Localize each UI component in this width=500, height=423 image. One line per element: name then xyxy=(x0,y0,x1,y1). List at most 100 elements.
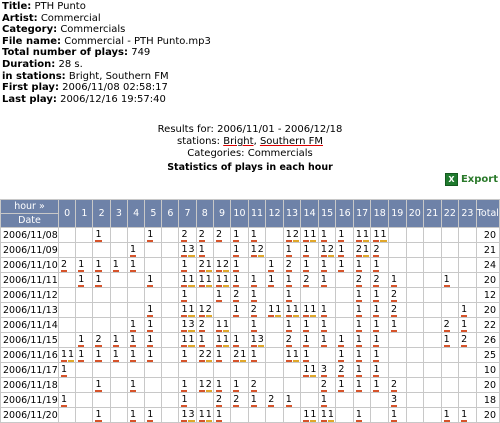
hour-cell xyxy=(92,392,111,408)
play-count: 2 xyxy=(181,229,188,242)
hour-cell: 1 xyxy=(178,347,197,363)
hour-cell xyxy=(92,242,111,258)
hour-header-label: hour » xyxy=(0,199,59,214)
play-count: 1 xyxy=(129,259,137,272)
play-count: 1 xyxy=(373,334,380,347)
hour-cell xyxy=(458,287,477,303)
hour-cell: 11 xyxy=(352,227,372,243)
play-count: 1 xyxy=(390,319,398,332)
play-count: 1 xyxy=(147,304,154,317)
play-count: 1 xyxy=(310,304,317,317)
row-total: 25 xyxy=(475,347,500,363)
play-count: 1 xyxy=(181,319,188,332)
play-count: 1 xyxy=(215,289,222,302)
hour-cell xyxy=(109,287,128,303)
hour-cell: 1 xyxy=(75,257,94,273)
play-count: 1 xyxy=(188,334,195,347)
table-row: 2006/11/11 1 1 1 11 11 11 1 1 1 1 2 1 2 2 1 1 20 xyxy=(0,272,500,288)
hour-cell: 11 xyxy=(300,407,319,423)
hour-cell xyxy=(144,377,163,393)
hour-cell xyxy=(423,287,442,303)
hour-cell xyxy=(109,392,128,408)
play-count: 1 xyxy=(373,289,380,302)
play-count: 1 xyxy=(303,334,310,347)
play-count: 2 xyxy=(292,229,299,242)
play-count: 2 xyxy=(198,349,205,362)
info-value: Commercial - PTH Punto.mp3 xyxy=(64,35,211,47)
play-count: 1 xyxy=(95,229,102,242)
hour-column-header: 1 xyxy=(75,199,94,228)
hour-cell: 1 xyxy=(212,377,232,393)
play-count: 1 xyxy=(181,334,188,347)
hour-cell: 1 xyxy=(92,272,111,288)
results-stations: stations: Bright, Southern FM xyxy=(0,136,500,147)
hour-cell xyxy=(161,272,180,288)
hour-cell: 1 xyxy=(126,332,146,348)
play-count: 1 xyxy=(443,274,450,287)
row-total: 26 xyxy=(475,332,500,348)
export-button[interactable]: X Export xyxy=(444,173,498,186)
hour-cell xyxy=(423,272,442,288)
hour-cell xyxy=(161,287,180,303)
table-row: 2006/11/19 1 1 2 2 1 2 1 1 3 18 xyxy=(0,392,500,408)
hour-cell: 1 xyxy=(247,287,267,303)
play-count: 2 xyxy=(390,379,398,392)
play-count: 2 xyxy=(205,349,212,362)
station-link-southern-fm[interactable]: Southern FM xyxy=(260,136,323,147)
hour-cell xyxy=(75,302,94,318)
play-count: 1 xyxy=(233,304,240,317)
hour-cell: 1 xyxy=(126,242,146,258)
hour-cell xyxy=(405,287,425,303)
hour-cell xyxy=(75,407,94,423)
play-count: 1 xyxy=(373,379,380,392)
hour-cell xyxy=(212,362,232,378)
play-count: 1 xyxy=(181,304,188,317)
hour-cell: 1 xyxy=(317,257,337,273)
hour-cell: 11 xyxy=(370,227,389,243)
play-count: 2 xyxy=(95,334,102,347)
play-count: 1 xyxy=(95,379,102,392)
hour-cell: 1 xyxy=(300,242,319,258)
hour-cell: 1 xyxy=(440,332,460,348)
hour-cell: 1 xyxy=(370,362,389,378)
play-count: 1 xyxy=(181,244,188,257)
play-count: 3 xyxy=(390,394,398,407)
hour-cell xyxy=(387,242,407,258)
hour-cell xyxy=(387,362,407,378)
play-count: 1 xyxy=(303,259,310,272)
hour-cell xyxy=(405,317,425,333)
hour-cell: 1 xyxy=(352,407,372,423)
hour-cell: 1 xyxy=(440,407,460,423)
play-count: 1 xyxy=(129,319,137,332)
hour-cell: 1 xyxy=(317,392,337,408)
play-count: 1 xyxy=(443,334,450,347)
hour-cell xyxy=(126,227,146,243)
play-count: 1 xyxy=(205,259,212,272)
table-row: 2006/11/15 1 2 1 1 1 11 1 11 1 13 2 1 1 1 1 1 1 2 26 xyxy=(0,332,500,348)
row-date: 2006/11/17 xyxy=(0,362,59,378)
play-count: 2 xyxy=(215,229,222,242)
hour-cell xyxy=(405,257,425,273)
hour-cell: 1 xyxy=(126,347,146,363)
play-count: 2 xyxy=(373,244,380,257)
row-date: 2006/11/15 xyxy=(0,332,59,348)
hour-cell: 11 xyxy=(300,302,319,318)
hour-cell xyxy=(265,347,284,363)
row-date: 2006/11/09 xyxy=(0,242,59,258)
info-value: Commercials xyxy=(60,24,126,36)
play-count: 1 xyxy=(68,349,75,362)
hour-cell: 1 xyxy=(75,332,94,348)
play-count: 2 xyxy=(198,229,205,242)
table-row: 2006/11/20 1 1 1 13 11 1 11 11 1 1 1 1 20 xyxy=(0,407,500,423)
play-count: 1 xyxy=(250,274,257,287)
station-link-bright[interactable]: Bright xyxy=(223,136,253,147)
hour-cell xyxy=(265,377,284,393)
play-count: 2 xyxy=(355,274,362,287)
hour-cell: 1 xyxy=(144,302,163,318)
hour-cell: 1 xyxy=(335,347,354,363)
info-row: Duration: 28 s. xyxy=(2,59,211,71)
play-count: 2 xyxy=(285,259,292,272)
hour-cell: 1 xyxy=(300,347,319,363)
hour-cell: 1 xyxy=(178,392,197,408)
hour-cell: 2 xyxy=(230,392,249,408)
